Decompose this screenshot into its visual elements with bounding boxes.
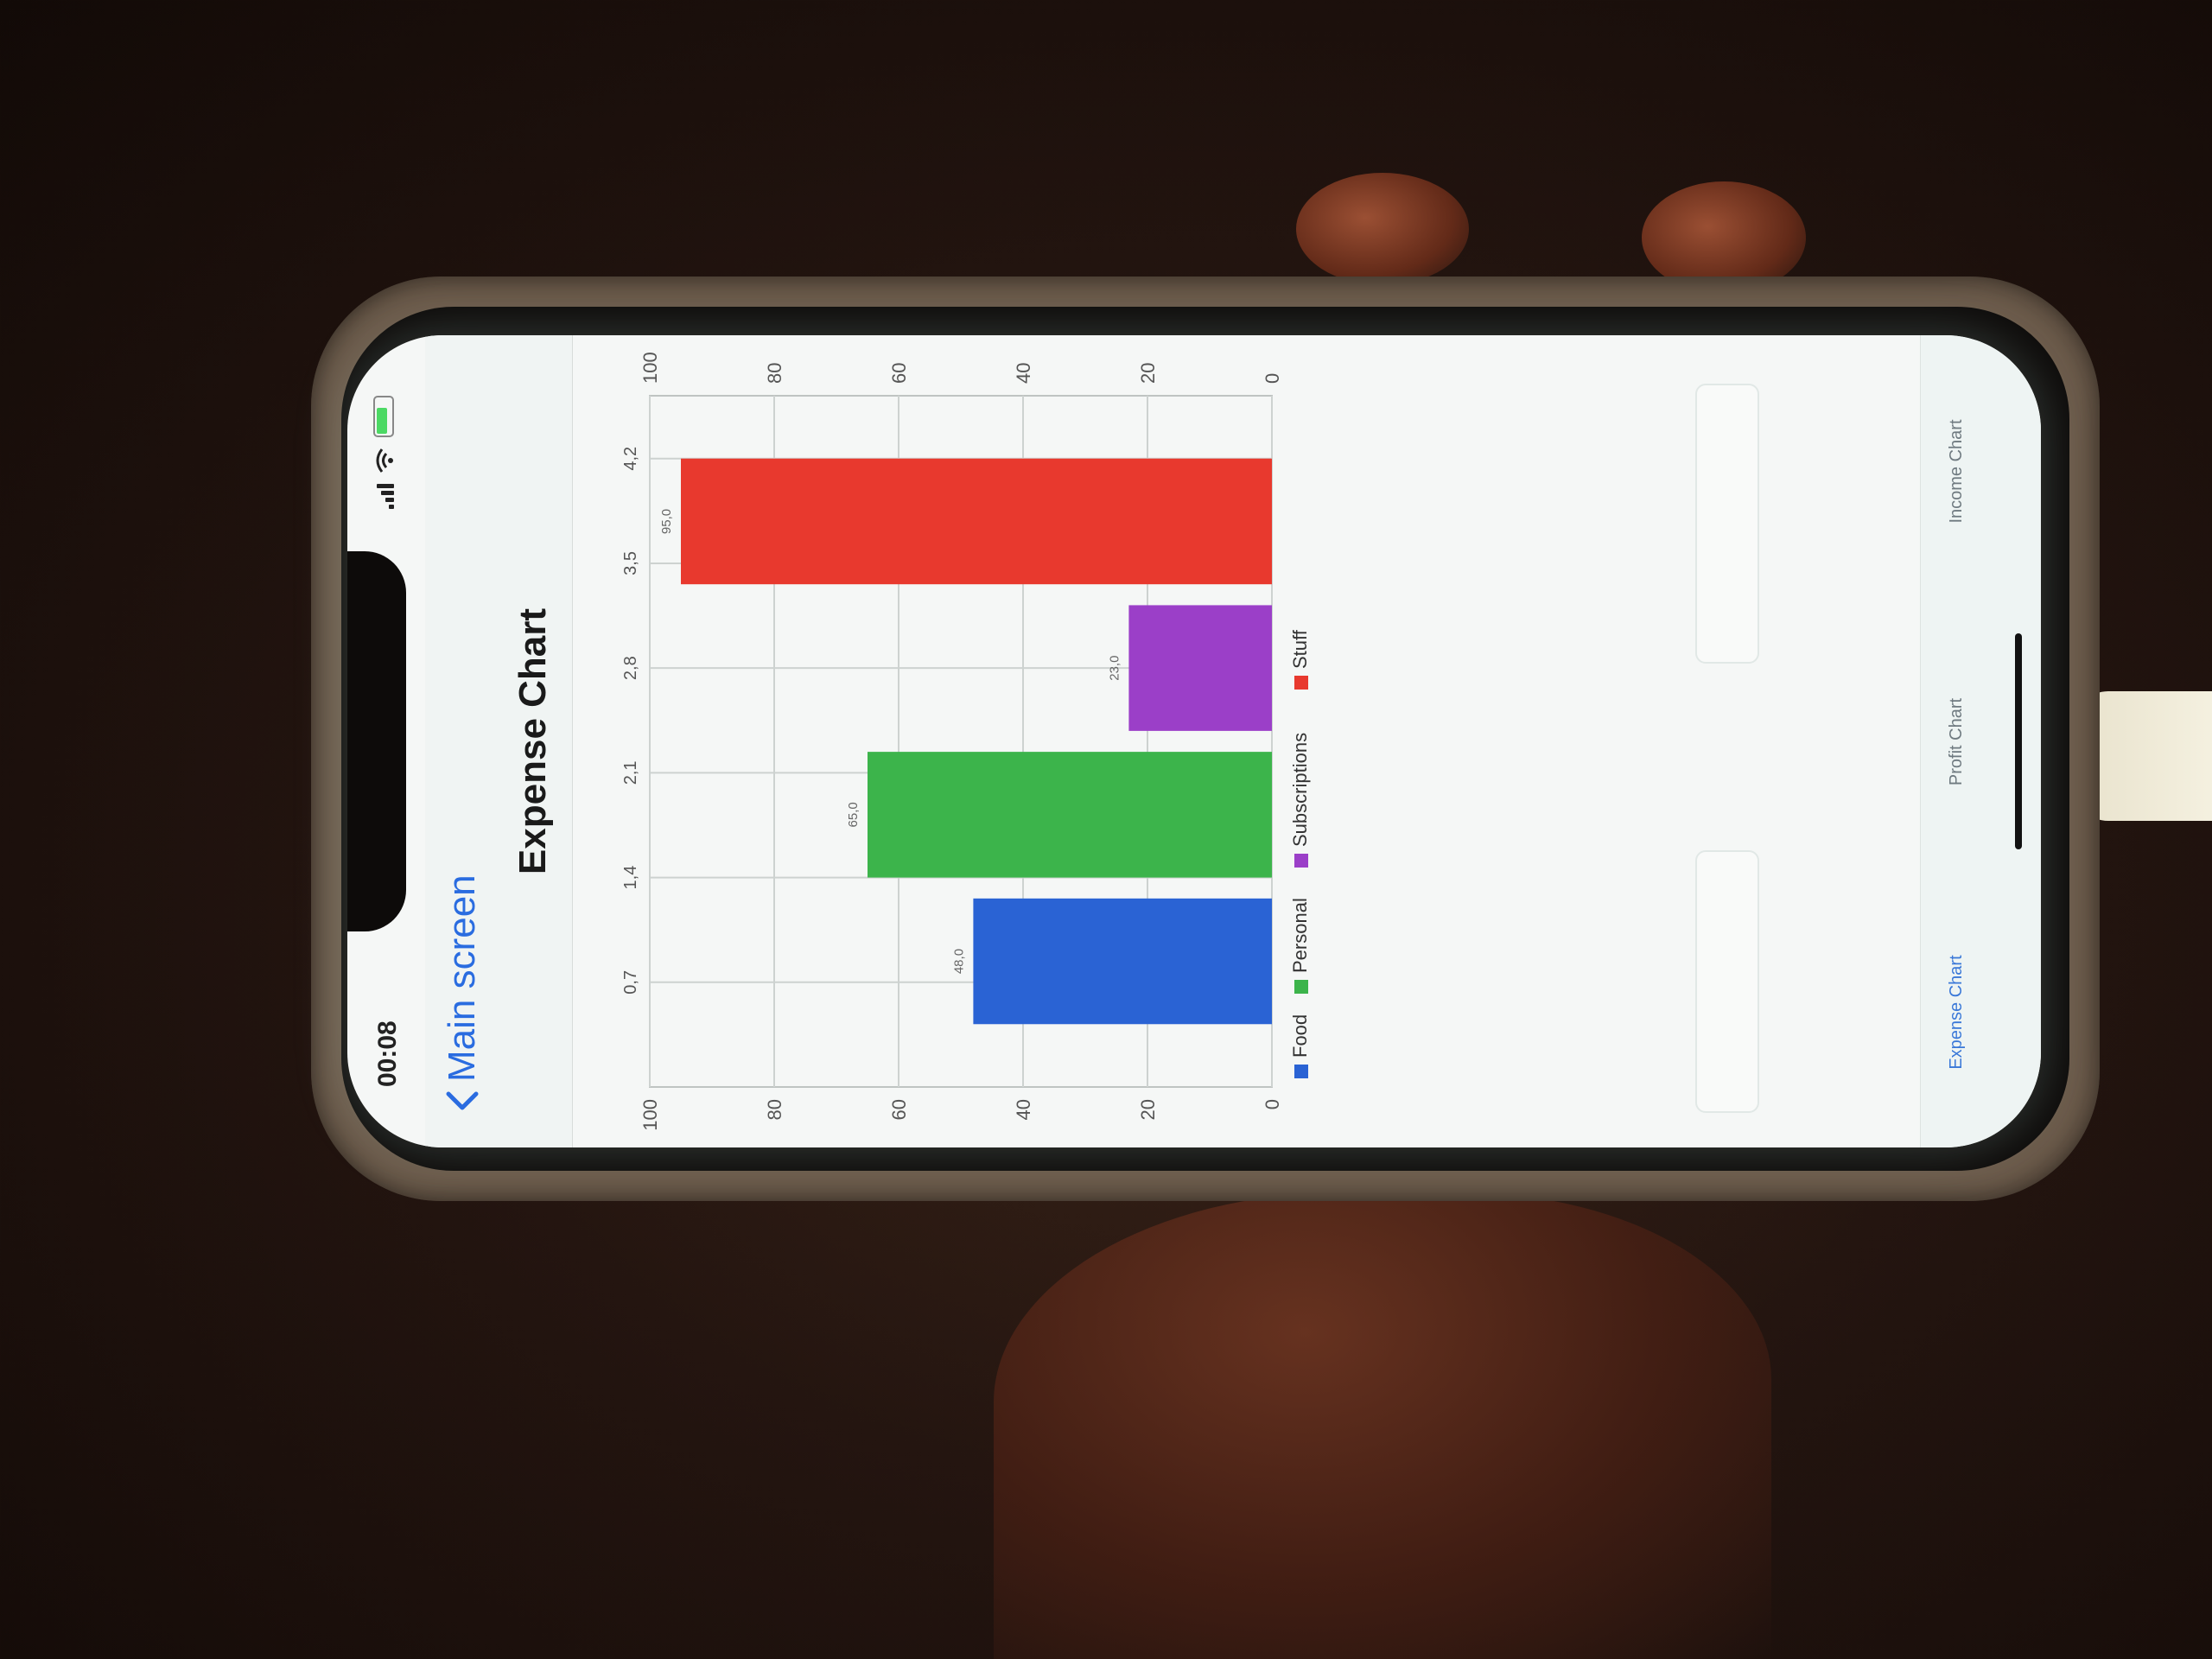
- y-tick-label-left: 100: [639, 1099, 661, 1131]
- legend-swatch-food: [1294, 1065, 1308, 1078]
- y-tick-label-left: 80: [764, 1099, 785, 1120]
- tab-profit-chart[interactable]: Profit Chart: [1947, 607, 1967, 877]
- bar-value-label: 95,0: [659, 509, 674, 534]
- x-tick-label: 2,8: [621, 656, 640, 680]
- bar-subscriptions: [1128, 605, 1273, 731]
- x-tick-label: 2,1: [621, 760, 640, 785]
- legend-label-subscriptions: Subscriptions: [1289, 733, 1311, 847]
- bar-food: [973, 898, 1272, 1025]
- battery-icon: [373, 396, 394, 437]
- screen-notch: [347, 551, 406, 931]
- legend-label-food: Food: [1289, 1014, 1311, 1058]
- back-button[interactable]: Main screen: [441, 874, 484, 1113]
- x-tick-label: 3,5: [621, 551, 640, 575]
- bar-stuff: [681, 458, 1272, 585]
- y-tick-label-right: 100: [639, 352, 661, 384]
- y-tick-label-left: 60: [888, 1099, 910, 1120]
- back-chevron-icon: [446, 1091, 479, 1110]
- photo-scene: 00:08 Main screen Expense Chart 0 0 20 2…: [0, 0, 2212, 1659]
- placeholder-card-left: [1695, 850, 1759, 1113]
- y-tick-label-left: 40: [1013, 1099, 1034, 1120]
- bar-personal: [868, 752, 1272, 878]
- home-indicator: [2015, 633, 2022, 849]
- phone-screen: 00:08 Main screen Expense Chart 0 0 20 2…: [347, 335, 2041, 1147]
- holding-hand: [994, 1192, 1771, 1659]
- legend-swatch-stuff: [1294, 676, 1308, 690]
- finger-top-left: [1296, 173, 1469, 285]
- placeholder-card-right: [1695, 384, 1759, 664]
- navigation-bar: Main screen Expense Chart: [425, 335, 573, 1147]
- cellular-signal-icon: [375, 484, 394, 509]
- legend-label-personal: Personal: [1289, 898, 1311, 973]
- chart-svg: 0 0 20 20 40 40 60 60 80 80 100 100 0,7 1,4 2,1 2,8 3,5 4…: [621, 352, 1311, 1131]
- y-tick-label-left: 20: [1137, 1099, 1159, 1120]
- status-time: 00:08: [373, 1020, 402, 1087]
- tab-expense-chart[interactable]: Expense Chart: [1947, 877, 1967, 1147]
- back-label: Main screen: [441, 874, 483, 1082]
- x-tick-label: 1,4: [621, 866, 640, 890]
- bar-value-label: 23,0: [1107, 656, 1122, 681]
- legend-swatch-personal: [1294, 980, 1308, 994]
- tab-income-chart[interactable]: Income Chart: [1947, 336, 1967, 607]
- page-title: Expense Chart: [512, 607, 554, 875]
- y-tick-label-right: 0: [1262, 373, 1283, 384]
- legend-swatch-subscriptions: [1294, 854, 1308, 868]
- bar-value-label: 65,0: [846, 802, 861, 827]
- tab-bar: Expense Chart Profit Chart Income Chart: [1920, 335, 2041, 1147]
- x-tick-label: 4,2: [621, 447, 640, 471]
- y-tick-label-right: 80: [764, 363, 785, 384]
- y-tick-label-right: 40: [1013, 363, 1034, 384]
- bar-value-label: 48,0: [951, 949, 966, 974]
- y-tick-label-left: 0: [1262, 1099, 1283, 1109]
- phone-screen-rotated: 00:08 Main screen Expense Chart 0 0 20 2…: [347, 335, 2041, 1147]
- legend-label-stuff: Stuff: [1289, 629, 1311, 669]
- wifi-icon: [376, 448, 393, 473]
- y-tick-label-right: 20: [1137, 363, 1159, 384]
- status-icons: [373, 396, 394, 509]
- expense-chart: 0 0 20 20 40 40 60 60 80 80 100 100 0,7 1,4 2,1 2,8 3,5 4…: [589, 335, 1350, 1147]
- x-tick-label: 0,7: [621, 970, 640, 995]
- y-tick-label-right: 60: [888, 363, 910, 384]
